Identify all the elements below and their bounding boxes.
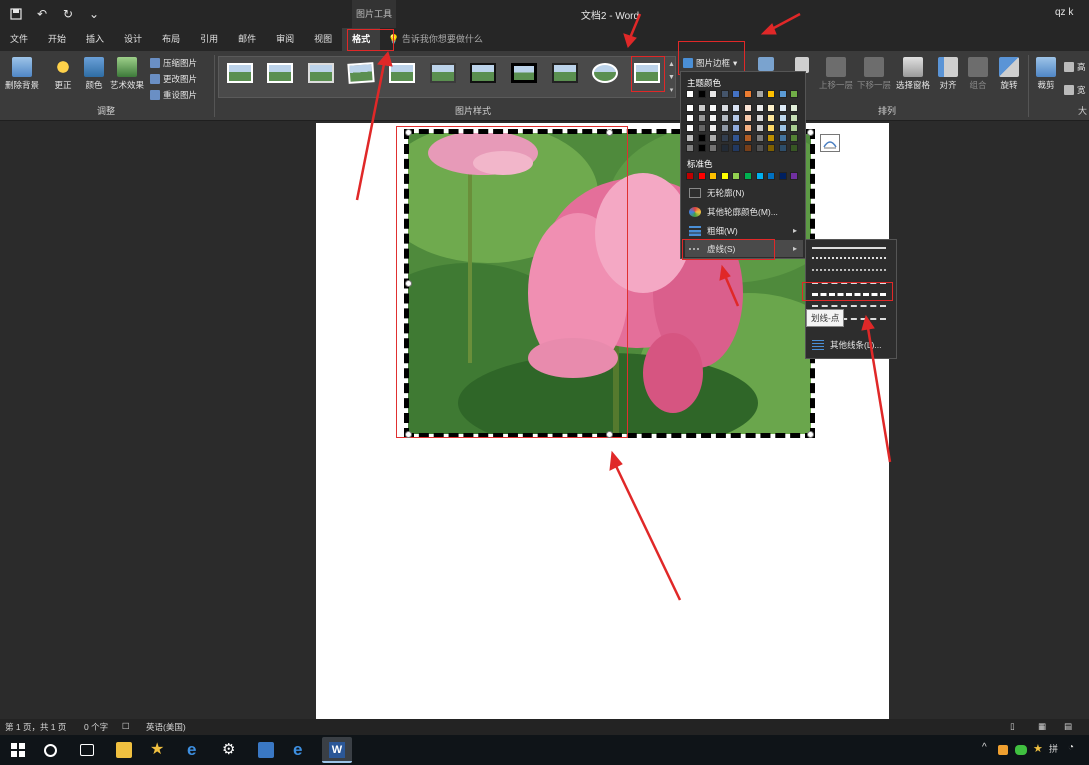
annotation-arrow bbox=[628, 13, 642, 39]
annotation-arrow bbox=[866, 327, 892, 463]
annotation-arrowhead bbox=[623, 33, 637, 48]
annotation-arrow bbox=[724, 277, 740, 307]
ie-browser-icon[interactable]: e bbox=[187, 741, 203, 758]
annotation-arrowhead bbox=[861, 314, 875, 331]
tray-star-icon[interactable]: ★ bbox=[1033, 742, 1049, 758]
network-icon[interactable]: ◔ bbox=[1068, 742, 1084, 758]
app-window-icon[interactable] bbox=[258, 742, 274, 758]
annotation-arrowhead bbox=[760, 23, 777, 35]
annotation-arrows bbox=[355, 12, 892, 601]
read-mode-icon[interactable]: ▯ bbox=[1010, 721, 1015, 732]
word-count[interactable]: 0 个字 bbox=[84, 721, 108, 733]
edge-browser-icon[interactable]: e bbox=[293, 741, 309, 758]
windows-start-icon[interactable] bbox=[10, 742, 26, 758]
annotation-arrowhead bbox=[609, 450, 623, 471]
proofing-icon[interactable]: ☐ bbox=[122, 721, 130, 732]
annotation-arrow bbox=[614, 465, 682, 601]
print-layout-icon[interactable]: ▦ bbox=[1038, 721, 1046, 732]
word-taskbar-item[interactable]: W bbox=[322, 737, 352, 763]
tray-expand-icon[interactable]: ^ bbox=[982, 742, 998, 758]
status-bar: 第 1 页，共 1 页 0 个字 ☐ 英语(美国) ▯ ▦ ▤ bbox=[0, 719, 1089, 735]
settings-gear-icon[interactable]: ⚙ bbox=[222, 742, 238, 758]
annotation-arrow bbox=[769, 12, 801, 32]
wechat-icon[interactable] bbox=[1015, 745, 1027, 755]
task-view-icon[interactable] bbox=[80, 744, 94, 756]
annotation-arrowhead bbox=[719, 264, 731, 281]
language-indicator[interactable]: 英语(美国) bbox=[146, 721, 186, 733]
page-count[interactable]: 第 1 页，共 1 页 bbox=[5, 721, 66, 733]
search-icon[interactable] bbox=[44, 744, 57, 757]
taskbar: ★ e ⚙ e W ^ ★ 拼 ◔ bbox=[0, 735, 1089, 765]
annotation-arrowhead bbox=[377, 50, 393, 67]
annotation-arrow bbox=[355, 63, 386, 201]
favorites-star-icon[interactable]: ★ bbox=[150, 742, 166, 758]
tray-app-icon[interactable] bbox=[998, 745, 1008, 755]
file-explorer-icon[interactable] bbox=[116, 742, 132, 758]
word-icon: W bbox=[329, 742, 345, 758]
web-layout-icon[interactable]: ▤ bbox=[1064, 721, 1072, 732]
input-method-icon[interactable]: 拼 bbox=[1049, 742, 1065, 758]
